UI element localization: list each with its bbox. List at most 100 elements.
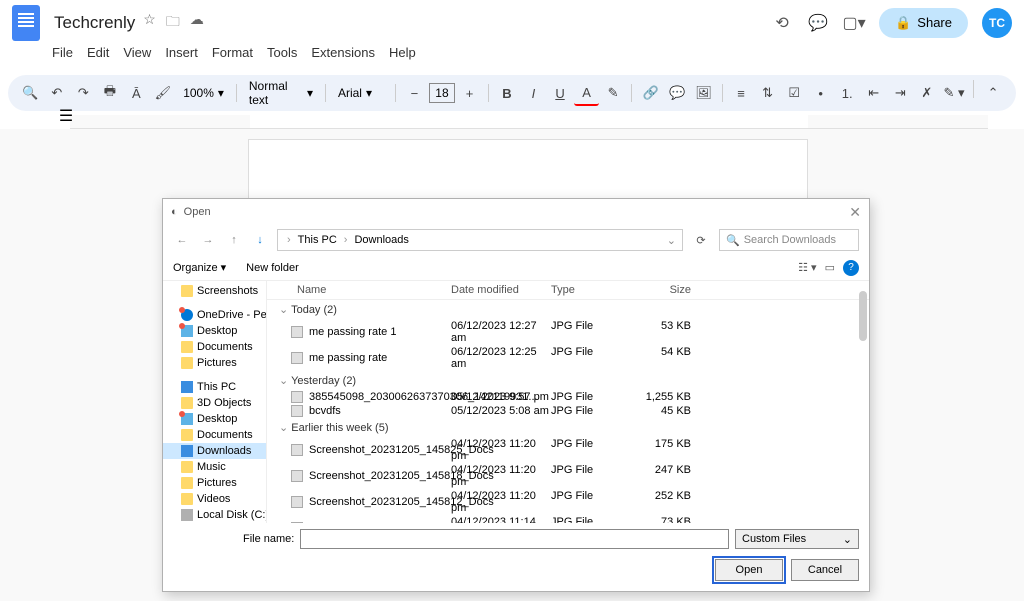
avatar[interactable]: TC bbox=[982, 8, 1012, 38]
bold-icon[interactable]: B bbox=[495, 80, 520, 106]
column-name[interactable]: Name bbox=[267, 284, 451, 296]
image-icon[interactable]: 🖼 bbox=[691, 80, 716, 106]
menu-extensions[interactable]: Extensions bbox=[311, 45, 375, 71]
tree-label: Desktop bbox=[197, 325, 237, 337]
refresh-icon[interactable]: ⟳ bbox=[691, 234, 711, 247]
document-title[interactable]: Techcrenly bbox=[54, 13, 135, 33]
font-select[interactable]: Arial ▾ bbox=[332, 81, 389, 105]
tree-item[interactable]: Pictures bbox=[163, 475, 266, 491]
decrease-indent-icon[interactable]: ⇤ bbox=[861, 80, 886, 106]
dialog-title: Open bbox=[184, 206, 211, 218]
tree-item[interactable]: Desktop bbox=[163, 323, 266, 339]
italic-icon[interactable]: I bbox=[521, 80, 546, 106]
menu-file[interactable]: File bbox=[52, 45, 73, 71]
file-group-header[interactable]: Today (2) bbox=[267, 300, 869, 319]
preview-pane-icon[interactable]: ▭ bbox=[825, 261, 835, 274]
redo-icon[interactable]: ↷ bbox=[71, 80, 96, 106]
font-size-input[interactable]: 18 bbox=[429, 83, 456, 103]
up-icon[interactable]: ↑ bbox=[225, 234, 243, 246]
align-icon[interactable]: ≡ bbox=[729, 80, 754, 106]
tree-item[interactable]: Local Disk (C:) bbox=[163, 507, 266, 523]
view-options-icon[interactable]: ☷ ▾ bbox=[798, 261, 816, 274]
clear-format-icon[interactable]: ✗ bbox=[915, 80, 940, 106]
forward-icon[interactable]: → bbox=[199, 234, 217, 246]
move-icon[interactable]: 🗀 bbox=[166, 11, 180, 35]
star-icon[interactable]: ☆ bbox=[143, 11, 156, 35]
increase-indent-icon[interactable]: ⇥ bbox=[888, 80, 913, 106]
text-color-icon[interactable]: A bbox=[574, 80, 599, 106]
meet-icon[interactable]: ▢▾ bbox=[843, 12, 865, 34]
history-icon[interactable]: ⟲ bbox=[771, 12, 793, 34]
menu-tools[interactable]: Tools bbox=[267, 45, 297, 71]
file-row[interactable]: bnmbnm04/12/2023 11:14 pmJPG File73 KB bbox=[267, 515, 869, 523]
file-row[interactable]: Screenshot_20231205_145818_Docs04/12/202… bbox=[267, 463, 869, 489]
file-row[interactable]: Screenshot_20231205_145812_Docs04/12/202… bbox=[267, 489, 869, 515]
outline-icon[interactable]: ☰ bbox=[54, 104, 78, 128]
tree-item[interactable]: Screenshots bbox=[163, 283, 266, 299]
tree-item[interactable]: Desktop bbox=[163, 411, 266, 427]
style-select[interactable]: Normal text ▾ bbox=[243, 81, 319, 105]
undo-icon[interactable]: ↶ bbox=[45, 80, 70, 106]
tree-item[interactable]: OneDrive - Persor bbox=[163, 307, 266, 323]
menu-view[interactable]: View bbox=[123, 45, 151, 71]
file-row[interactable]: 385545098_2030062637370306_142119931...0… bbox=[267, 390, 869, 404]
share-button[interactable]: 🔒Share bbox=[879, 8, 968, 38]
down-arrow-icon[interactable]: ↓ bbox=[251, 234, 269, 246]
open-button[interactable]: Open bbox=[715, 559, 783, 581]
file-row[interactable]: Screenshot_20231205_145825_Docs04/12/202… bbox=[267, 437, 869, 463]
decrease-font-icon[interactable]: − bbox=[402, 80, 427, 106]
zoom-select[interactable]: 100% ▾ bbox=[177, 81, 230, 105]
cloud-icon[interactable]: ☁ bbox=[190, 11, 204, 35]
paint-format-icon[interactable]: 🖌 bbox=[151, 80, 176, 106]
tree-item[interactable]: Documents bbox=[163, 427, 266, 443]
comments-icon[interactable]: 💬 bbox=[807, 12, 829, 34]
column-size[interactable]: Size bbox=[631, 284, 711, 296]
collapse-icon[interactable]: ⌃ bbox=[980, 80, 1006, 106]
tree-item[interactable]: Videos bbox=[163, 491, 266, 507]
increase-font-icon[interactable]: + bbox=[457, 80, 482, 106]
link-icon[interactable]: 🔗 bbox=[638, 80, 663, 106]
tree-item[interactable]: This PC bbox=[163, 379, 266, 395]
print-icon[interactable]: 🖶 bbox=[98, 80, 123, 106]
spellcheck-icon[interactable]: Ᾱ bbox=[124, 80, 149, 106]
comment-icon[interactable]: 💬 bbox=[665, 80, 690, 106]
file-type-filter[interactable]: Custom Files⌄ bbox=[735, 529, 859, 549]
checklist-icon[interactable]: ☑ bbox=[782, 80, 807, 106]
tree-item[interactable]: Documents bbox=[163, 339, 266, 355]
close-icon[interactable]: ✕ bbox=[849, 204, 861, 221]
editing-mode-icon[interactable]: ✎ ▾ bbox=[941, 80, 967, 106]
tree-item[interactable]: Pictures bbox=[163, 355, 266, 371]
scrollbar-thumb[interactable] bbox=[859, 291, 867, 341]
file-row[interactable]: me passing rate 106/12/2023 12:27 amJPG … bbox=[267, 319, 869, 345]
numbered-list-icon[interactable]: 1. bbox=[835, 80, 860, 106]
tree-item[interactable]: 3D Objects bbox=[163, 395, 266, 411]
back-icon[interactable]: ← bbox=[173, 234, 191, 246]
file-group-header[interactable]: Yesterday (2) bbox=[267, 371, 869, 390]
tree-item[interactable]: Downloads bbox=[163, 443, 266, 459]
path-bar[interactable]: ›This PC›Downloads ⌄ bbox=[277, 229, 683, 251]
file-row[interactable]: me passing rate06/12/2023 12:25 amJPG Fi… bbox=[267, 345, 869, 371]
file-group-header[interactable]: Earlier this week (5) bbox=[267, 418, 869, 437]
filename-input[interactable] bbox=[300, 529, 729, 549]
highlight-icon[interactable]: ✎ bbox=[601, 80, 626, 106]
help-icon[interactable]: ? bbox=[843, 260, 859, 276]
menu-help[interactable]: Help bbox=[389, 45, 416, 71]
search-icon[interactable]: 🔍 bbox=[18, 80, 43, 106]
menu-insert[interactable]: Insert bbox=[165, 45, 198, 71]
menu-format[interactable]: Format bbox=[212, 45, 253, 71]
cancel-button[interactable]: Cancel bbox=[791, 559, 859, 581]
file-row[interactable]: bcvdfs05/12/2023 5:08 amJPG File45 KB bbox=[267, 404, 869, 418]
vertical-ruler[interactable] bbox=[0, 129, 32, 601]
docs-logo[interactable] bbox=[12, 5, 40, 41]
search-input[interactable]: 🔍 Search Downloads bbox=[719, 229, 859, 251]
column-type[interactable]: Type bbox=[551, 284, 631, 296]
tree-item[interactable]: Music bbox=[163, 459, 266, 475]
new-folder-button[interactable]: New folder bbox=[246, 262, 299, 274]
line-spacing-icon[interactable]: ⇅ bbox=[755, 80, 780, 106]
underline-icon[interactable]: U bbox=[548, 80, 573, 106]
horizontal-ruler[interactable] bbox=[70, 115, 988, 129]
bullet-list-icon[interactable]: • bbox=[808, 80, 833, 106]
column-date[interactable]: Date modified bbox=[451, 284, 551, 296]
organize-button[interactable]: Organize ▾ bbox=[173, 261, 226, 274]
menu-edit[interactable]: Edit bbox=[87, 45, 109, 71]
